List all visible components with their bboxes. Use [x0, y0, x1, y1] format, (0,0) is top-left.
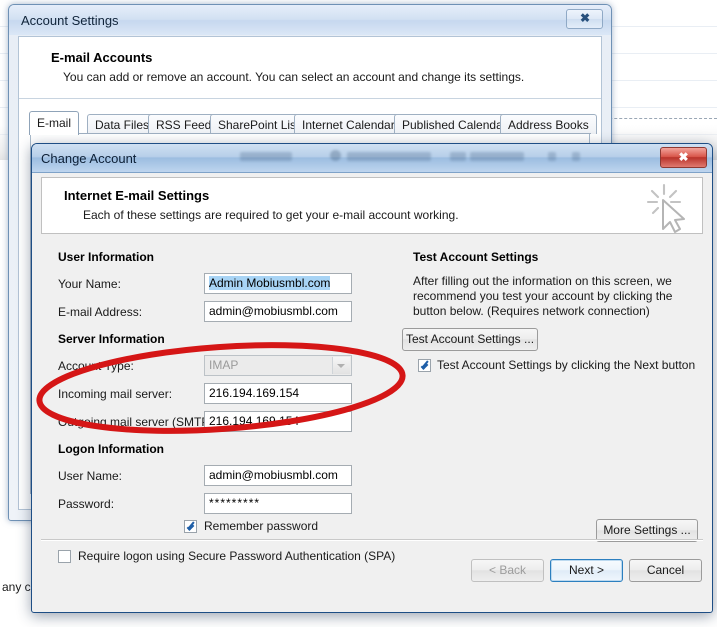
auto-test-checkbox[interactable]: [418, 359, 431, 372]
remember-password-checkbox[interactable]: [184, 520, 197, 533]
account-settings-tabstrip: E-mail Data Files RSS Feeds SharePoint L…: [29, 111, 597, 135]
screenshot-root: any c Account Settings ✖ E-mail Accounts…: [0, 0, 717, 627]
change-account-close-button[interactable]: ✖: [660, 147, 707, 168]
account-type-value: IMAP: [209, 358, 239, 372]
account-settings-header: E-mail Accounts You can add or remove an…: [19, 37, 601, 99]
email-address-label: E-mail Address:: [58, 305, 143, 319]
test-account-settings-heading: Test Account Settings: [413, 250, 539, 264]
remember-password-label[interactable]: Remember password: [204, 519, 318, 533]
email-accounts-heading: E-mail Accounts: [51, 50, 153, 65]
account-type-label: Account Type:: [58, 359, 134, 373]
spa-label[interactable]: Require logon using Secure Password Auth…: [78, 549, 395, 563]
outgoing-mail-server-label: Outgoing mail server (SMTP):: [58, 415, 217, 429]
background-partial-text: any c: [2, 580, 31, 594]
incoming-mail-server-label: Incoming mail server:: [58, 387, 173, 401]
logon-information-heading: Logon Information: [58, 442, 164, 456]
change-account-header: Internet E-mail Settings Each of these s…: [41, 177, 703, 234]
account-settings-titlebar[interactable]: Account Settings ✖: [9, 5, 611, 35]
change-account-title: Change Account: [41, 151, 137, 166]
next-button[interactable]: Next >: [550, 559, 623, 582]
test-account-settings-button[interactable]: Test Account Settings ...: [402, 328, 538, 351]
footer-separator-highlight: [41, 540, 703, 541]
email-address-input[interactable]: admin@mobiusmbl.com: [204, 301, 352, 322]
tab-address-books[interactable]: Address Books: [500, 114, 597, 134]
account-settings-close-button[interactable]: ✖: [566, 9, 603, 29]
user-name-input[interactable]: admin@mobiusmbl.com: [204, 465, 352, 486]
auto-test-label[interactable]: Test Account Settings by clicking the Ne…: [437, 358, 695, 372]
server-information-heading: Server Information: [58, 332, 165, 346]
email-accounts-subtitle: You can add or remove an account. You ca…: [63, 70, 525, 84]
user-name-label: User Name:: [58, 469, 123, 483]
tab-email[interactable]: E-mail: [29, 111, 80, 135]
test-account-settings-description: After filling out the information on thi…: [413, 274, 673, 318]
account-type-select[interactable]: IMAP: [204, 355, 352, 376]
chevron-down-icon[interactable]: [332, 357, 350, 374]
close-icon: ✖: [579, 11, 590, 25]
incoming-mail-server-input[interactable]: 216.194.169.154: [204, 383, 352, 404]
password-input[interactable]: *********: [204, 493, 352, 514]
close-icon: ✖: [678, 150, 689, 164]
change-account-body: User Information Your Name: Admin Mobius…: [32, 234, 712, 584]
tab-data-files[interactable]: Data Files: [87, 114, 158, 134]
tab-internet-calendars[interactable]: Internet Calendars: [294, 114, 409, 134]
your-name-value: Admin Mobiusmbl.com: [209, 276, 331, 290]
cancel-button[interactable]: Cancel: [629, 559, 702, 582]
background-toolbar-ghost: [212, 147, 632, 167]
internet-email-settings-subtitle: Each of these settings are required to g…: [83, 208, 459, 222]
wizard-cursor-sparkle-icon: [646, 183, 685, 233]
password-label: Password:: [58, 497, 115, 511]
account-settings-title: Account Settings: [21, 13, 119, 28]
spa-checkbox[interactable]: [58, 550, 71, 563]
change-account-titlebar[interactable]: Change Account ✖: [32, 144, 712, 173]
outgoing-mail-server-input[interactable]: 216.194.169.154: [204, 411, 352, 432]
back-button[interactable]: < Back: [471, 559, 544, 582]
change-account-dialog: Change Account ✖ Internet E-mail Setting…: [31, 143, 713, 613]
user-information-heading: User Information: [58, 250, 155, 264]
your-name-input[interactable]: Admin Mobiusmbl.com: [204, 273, 352, 294]
internet-email-settings-heading: Internet E-mail Settings: [64, 188, 210, 203]
your-name-label: Your Name:: [58, 277, 121, 291]
